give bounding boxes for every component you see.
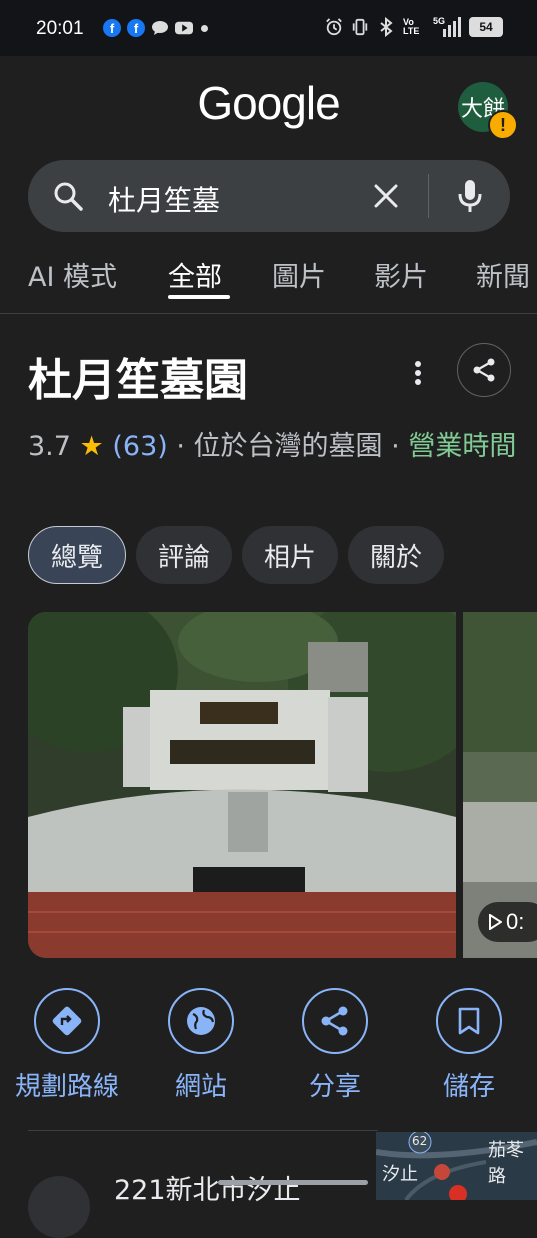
directions-button[interactable]: 規劃路線: [0, 988, 134, 1103]
youtube-icon: [175, 19, 193, 37]
star-icon: ★: [79, 431, 104, 462]
video-duration-badge: 0:: [478, 902, 537, 942]
clear-icon[interactable]: [372, 182, 400, 214]
map-label-xizhi: 汐止: [382, 1164, 418, 1185]
map-label-road: 茄苳路: [488, 1140, 524, 1187]
home-indicator[interactable]: [218, 1180, 368, 1185]
tabs-divider: [0, 313, 537, 314]
rating-value: 3.7: [28, 431, 71, 462]
search-input[interactable]: 杜月笙墓: [108, 179, 220, 219]
section-divider: [28, 1130, 378, 1131]
place-photo[interactable]: [28, 612, 456, 958]
website-button[interactable]: 網站: [134, 988, 268, 1103]
search-icon[interactable]: [52, 180, 84, 216]
search-divider: [428, 174, 429, 218]
place-chips: 總覽 評論 相片 關於: [28, 526, 445, 584]
more-options-icon[interactable]: [406, 356, 430, 392]
map-route-label: 62: [412, 1134, 428, 1148]
save-button[interactable]: 儲存: [402, 988, 536, 1103]
save-label: 儲存: [442, 1072, 495, 1102]
tab-all[interactable]: 全部: [168, 255, 222, 294]
search-bar[interactable]: 杜月笙墓: [28, 160, 510, 232]
mic-icon[interactable]: [456, 178, 484, 218]
facebook-icon: f: [103, 19, 121, 37]
place-title: 杜月笙墓園: [28, 355, 248, 406]
share-icon: [302, 988, 368, 1054]
tab-images[interactable]: 圖片: [272, 255, 326, 294]
tab-ai-mode[interactable]: AI 模式: [28, 255, 117, 294]
play-icon: [489, 914, 502, 930]
signal-icon: 5G: [433, 17, 461, 37]
status-time: 20:01: [36, 18, 84, 39]
tab-videos[interactable]: 影片: [374, 255, 428, 294]
address-text[interactable]: 221新北市汐止: [114, 1168, 301, 1207]
facebook-icon: f: [127, 19, 145, 37]
chip-overview[interactable]: 總覽: [28, 526, 127, 584]
chip-reviews[interactable]: 評論: [136, 526, 233, 584]
place-category: · 位於台灣的墓園 ·: [176, 431, 400, 462]
bookmark-icon: [436, 988, 502, 1054]
status-bar: 20:01 f f Vo LTE 5G 54: [0, 0, 537, 56]
chip-photos[interactable]: 相片: [242, 526, 339, 584]
share-label: 分享: [308, 1072, 361, 1102]
vibrate-icon: [351, 18, 369, 36]
battery-icon: 54: [469, 17, 503, 37]
tab-news[interactable]: 新聞: [476, 255, 530, 294]
bluetooth-icon: [377, 17, 395, 37]
active-tab-indicator: [168, 295, 230, 299]
chat-icon: [151, 19, 169, 37]
chip-about[interactable]: 關於: [348, 526, 445, 584]
alarm-icon: [325, 18, 343, 36]
review-count[interactable]: (63): [112, 431, 167, 462]
mini-map[interactable]: 62 汐止 茄苳路: [376, 1132, 537, 1200]
place-meta: 3.7 ★ (63) · 位於台灣的墓園 · 營業時間: [28, 424, 518, 470]
globe-icon: [168, 988, 234, 1054]
location-pin-icon: [28, 1176, 90, 1238]
notification-icons: f f: [103, 19, 208, 37]
share-button[interactable]: [457, 343, 511, 397]
system-icons: Vo LTE 5G 54: [325, 17, 503, 37]
warning-badge-icon: !: [488, 110, 518, 140]
dot-icon: [201, 24, 208, 32]
share-action-button[interactable]: 分享: [268, 988, 402, 1103]
directions-icon: [34, 988, 100, 1054]
directions-label: 規劃路線: [14, 1072, 119, 1102]
google-logo[interactable]: Google: [0, 76, 537, 130]
website-label: 網站: [174, 1072, 227, 1102]
volte-icon: Vo LTE: [403, 17, 420, 36]
hours-link[interactable]: 營業時間: [408, 431, 516, 462]
share-icon: [473, 358, 495, 382]
